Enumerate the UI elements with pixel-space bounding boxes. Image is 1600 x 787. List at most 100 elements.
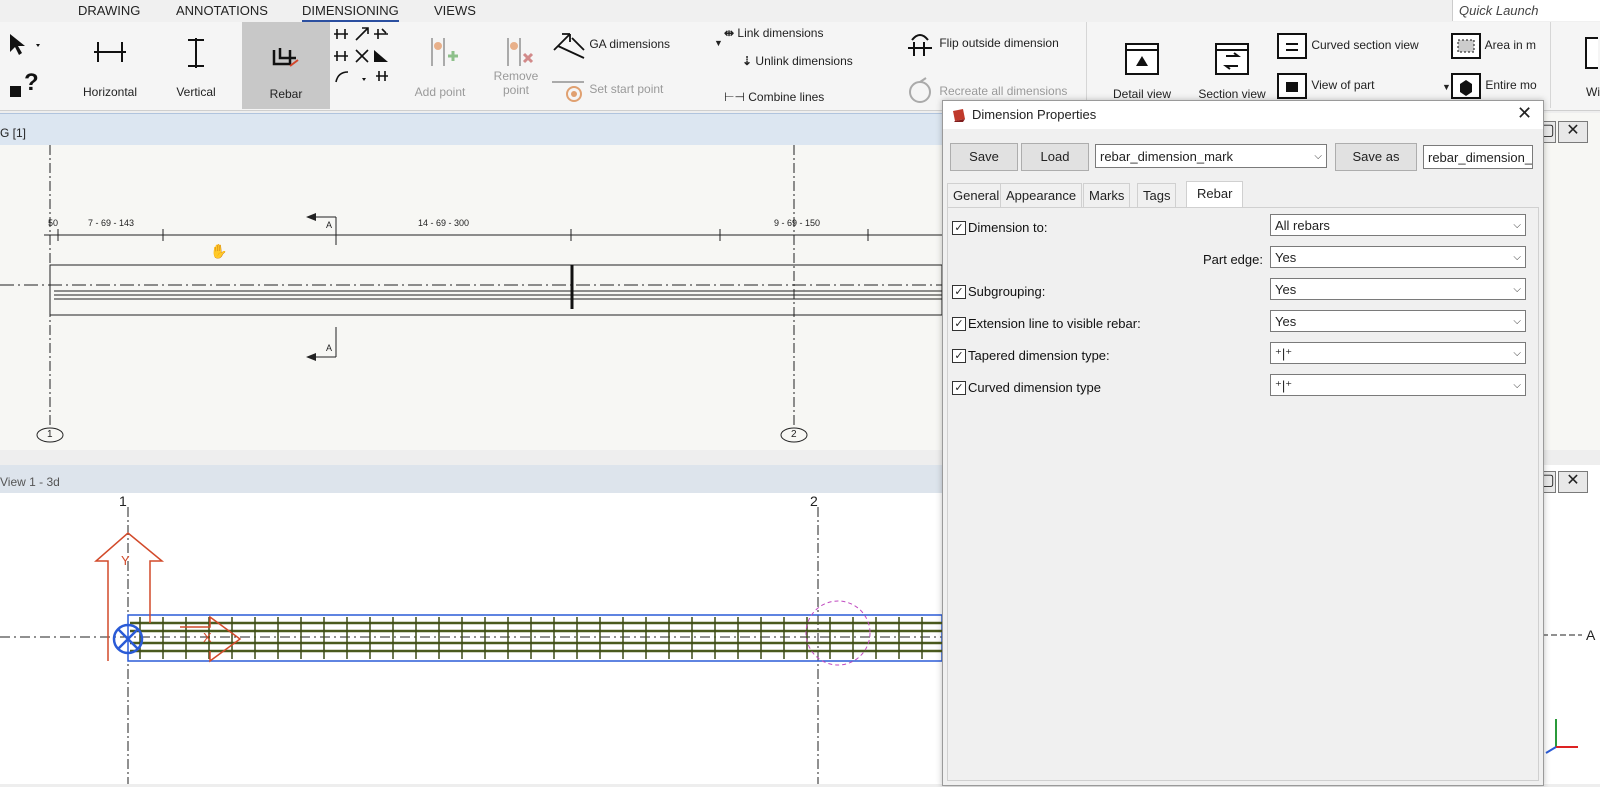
area-in-label: Area in m [1484, 38, 1537, 53]
dimension-text[interactable]: 50 [48, 218, 58, 228]
horizontal-dimension-button[interactable]: Horizontal [70, 34, 150, 108]
dimension-to-value: All rebars [1275, 218, 1330, 233]
tapered-dimension-value: ⁺|⁺ [1275, 346, 1293, 361]
model-view-canvas[interactable]: 1 2 Y X [0, 493, 943, 784]
set-start-point-button[interactable]: Set start point [550, 76, 663, 104]
select-tool-button[interactable] [6, 30, 46, 60]
tab-views[interactable]: VIEWS [434, 3, 476, 18]
ribbon: ? Horizontal Vertical Rebar Add point Re… [0, 22, 1600, 111]
grid-label: 1 [47, 429, 53, 440]
ga-dimensions-icon [553, 33, 585, 59]
ga-dropdown-icon[interactable]: ▼ [714, 38, 723, 48]
view-of-part-button[interactable]: View of part ▼ [1276, 72, 1451, 100]
recreate-all-dimensions-label: Recreate all dimensions [939, 84, 1068, 99]
close-view-button[interactable]: ✕ [1558, 121, 1588, 143]
link-dimensions-button[interactable]: ⇹ Link dimensions [724, 26, 823, 40]
subgrouping-select[interactable]: Yes ⌵ [1270, 278, 1526, 300]
dimension-text[interactable]: 14 - 69 - 300 [418, 218, 469, 228]
drawing-plan-svg [0, 145, 943, 443]
part-edge-label: Part edge: [1203, 252, 1263, 267]
subgrouping-label: Subgrouping: [968, 284, 1046, 299]
save-as-name-input[interactable]: rebar_dimension_r [1423, 145, 1533, 169]
drawing-view-canvas[interactable]: 50 7 - 69 - 143 14 - 69 - 300 9 - 69 - 1… [0, 145, 943, 450]
remove-point-button[interactable]: Remove point [478, 34, 554, 108]
unlink-dimensions-label: Unlink dimensions [755, 54, 853, 68]
chevron-down-icon: ⌵ [1513, 380, 1521, 391]
tab-drawing[interactable]: DRAWING [78, 3, 140, 18]
extension-line-label: Extension line to visible rebar: [968, 316, 1141, 331]
svg-text:?: ? [24, 70, 39, 96]
tapered-dimension-select[interactable]: ⁺|⁺ ⌵ [1270, 342, 1526, 364]
unlink-dimensions-icon: ⇣ [742, 54, 753, 68]
dimension-tools-icons [334, 27, 388, 83]
preset-select[interactable]: rebar_dimension_mark ⌵ [1095, 144, 1327, 168]
rebar-label: Rebar [269, 87, 303, 101]
curved-section-icon [1277, 33, 1307, 59]
extension-line-checkbox[interactable]: ✓ [952, 317, 966, 331]
subgrouping-checkbox[interactable]: ✓ [952, 285, 966, 299]
close-view-button[interactable]: ✕ [1558, 471, 1588, 493]
rebar-dimension-button[interactable]: Rebar [242, 22, 330, 109]
dimension-properties-dialog: Dimension Properties ✕ Save Load rebar_d… [942, 100, 1544, 786]
tab-marks[interactable]: Marks [1083, 183, 1131, 208]
save-as-button[interactable]: Save as [1335, 143, 1417, 171]
quick-launch-input[interactable]: Quick Launch [1452, 0, 1600, 21]
add-point-label: Add point [414, 85, 466, 99]
tab-annotations[interactable]: ANNOTATIONS [176, 3, 268, 18]
combine-lines-icon: ⊢⊣ [724, 90, 745, 104]
tab-appearance[interactable]: Appearance [1000, 183, 1083, 208]
dimension-to-select[interactable]: All rebars ⌵ [1270, 214, 1526, 236]
entire-model-button[interactable]: Entire mo [1450, 72, 1537, 100]
detail-view-button[interactable]: Detail view [1108, 42, 1176, 108]
view-of-part-icon [1277, 73, 1307, 99]
add-point-button[interactable]: Add point [402, 34, 478, 108]
add-point-icon [431, 38, 458, 66]
tab-dimensioning[interactable]: DIMENSIONING [302, 3, 399, 22]
section-view-button[interactable]: Section view [1194, 42, 1270, 108]
detail-view-icon [1125, 43, 1159, 75]
set-start-point-label: Set start point [589, 82, 664, 97]
section-view-icon [1215, 43, 1249, 75]
preset-value: rebar_dimension_mark [1100, 149, 1233, 164]
grid-label: 1 [119, 493, 127, 509]
vertical-dimension-button[interactable]: Vertical [156, 34, 236, 108]
dimension-text[interactable]: 7 - 69 - 143 [88, 218, 134, 228]
dimension-to-label: Dimension to: [968, 220, 1048, 235]
tapered-dimension-label: Tapered dimension type: [968, 348, 1110, 363]
flip-outside-dimension-button[interactable]: Flip outside dimension [904, 28, 1059, 60]
part-edge-select[interactable]: Yes ⌵ [1270, 246, 1526, 268]
combine-lines-button[interactable]: ⊢⊣ Combine lines [724, 90, 824, 104]
ribbon-tab-bar: DRAWING ANNOTATIONS DIMENSIONING VIEWS [0, 0, 1600, 22]
load-button[interactable]: Load [1021, 143, 1089, 171]
ga-dimensions-label: GA dimensions [589, 37, 671, 52]
close-icon[interactable]: ✕ [1517, 103, 1532, 124]
section-mark-label: A [326, 220, 333, 230]
flip-outside-dimension-label: Flip outside dimension [939, 36, 1059, 51]
dimension-text[interactable]: 9 - 69 - 150 [774, 218, 820, 228]
chevron-down-icon: ⌵ [1513, 284, 1521, 295]
tab-tags[interactable]: Tags [1137, 183, 1177, 208]
curved-dimension-label: Curved dimension type [968, 380, 1101, 395]
chevron-down-icon: ⌵ [1513, 316, 1521, 327]
model-view-right-area: ▢ ✕ A [1538, 465, 1600, 784]
window-button[interactable]: Wi [1560, 34, 1600, 108]
dimension-to-checkbox[interactable]: ✓ [952, 221, 966, 235]
chevron-down-icon: ⌵ [1513, 252, 1521, 263]
area-in-model-button[interactable]: Area in m [1450, 32, 1536, 60]
model-view-title: View 1 - 3d [0, 475, 60, 489]
curved-section-view-button[interactable]: Curved section view [1276, 32, 1419, 60]
unlink-dimensions-button[interactable]: ⇣ Unlink dimensions [742, 54, 853, 68]
ribbon-separator [1550, 22, 1551, 108]
ga-dimensions-button[interactable]: GA dimensions ▼ [550, 28, 723, 62]
entire-label: Entire mo [1485, 78, 1537, 93]
curved-dimension-checkbox[interactable]: ✓ [952, 381, 966, 395]
save-button[interactable]: Save [950, 143, 1018, 171]
tapered-dimension-checkbox[interactable]: ✓ [952, 349, 966, 363]
curved-dimension-select[interactable]: ⁺|⁺ ⌵ [1270, 374, 1526, 396]
extension-line-select[interactable]: Yes ⌵ [1270, 310, 1526, 332]
tab-general[interactable]: General [947, 183, 1006, 208]
help-button[interactable]: ? [6, 69, 46, 104]
subgrouping-value: Yes [1275, 282, 1297, 297]
tab-rebar[interactable]: Rebar [1186, 181, 1244, 209]
dialog-titlebar: Dimension Properties ✕ [943, 101, 1543, 129]
